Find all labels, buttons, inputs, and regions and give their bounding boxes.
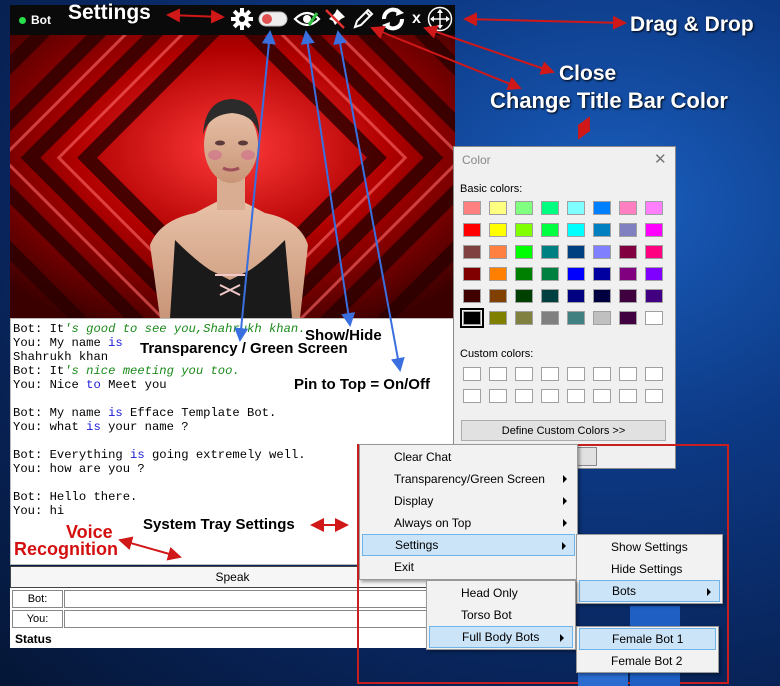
close-annotation: Close (559, 62, 617, 85)
settings-arrow (166, 8, 225, 24)
transparency-arrow (234, 30, 276, 342)
recognition-annotation: Recognition (14, 539, 118, 559)
pin-arrow (333, 30, 405, 372)
change-title-bar-color-annotation: Change Title Bar Color (490, 88, 728, 113)
title-color-down-arrow (577, 116, 591, 140)
voice-arrow (118, 536, 182, 561)
title-color-arrow (370, 26, 522, 90)
settings-annotation: Settings (68, 1, 151, 24)
system-tray-annotation: System Tray Settings (143, 516, 295, 533)
drag-drop-annotation: Drag & Drop (630, 13, 754, 36)
show-hide-arrow (300, 30, 356, 327)
drag-drop-arrow (463, 12, 627, 30)
transparency-annotation: Transparency / Green Screen (140, 340, 348, 357)
close-arrow (423, 25, 555, 75)
pin-to-top-annotation: Pin to Top = On/Off (294, 376, 430, 393)
